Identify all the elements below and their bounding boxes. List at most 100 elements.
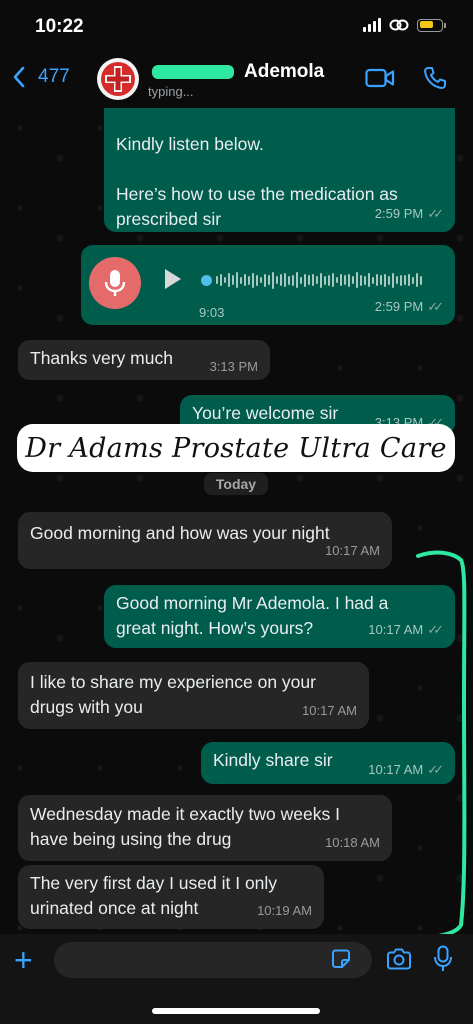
battery-icon [417, 18, 446, 32]
waveform-bar [284, 273, 286, 287]
message-time: 3:13 PM [209, 359, 258, 374]
waveform-bar [308, 275, 310, 285]
waveform-bar [336, 277, 338, 283]
message-meta: 2:59 PM ✓✓ [375, 201, 444, 226]
composer-bar: + [0, 934, 473, 1024]
voice-call-button[interactable] [423, 66, 447, 95]
waveform-bar [248, 275, 250, 285]
avatar[interactable] [97, 58, 139, 100]
medical-cross-icon [101, 62, 135, 96]
waveform-bar [244, 274, 246, 286]
waveform-bar [232, 275, 234, 285]
message-bubble[interactable]: Wednesday made it exactly two weeks I ha… [18, 795, 392, 861]
waveform-bar [372, 276, 374, 284]
waveform-bar [316, 276, 318, 284]
waveform-bar [240, 276, 242, 284]
waveform-bar [224, 277, 226, 283]
message-time: 10:19 AM [257, 903, 312, 918]
message-bubble[interactable]: Kindly listen below. Here’s how to use t… [104, 108, 455, 232]
waveform-bar [376, 274, 378, 286]
waveform-bar [228, 273, 230, 287]
message-text-line: The very first day I used it I only [30, 873, 278, 893]
phone-icon [424, 67, 446, 89]
back-button[interactable]: 477 [12, 66, 70, 88]
sticker-button[interactable] [330, 948, 352, 975]
voice-message[interactable]: 9:03 2:59 PM ✓✓ [81, 245, 455, 325]
message-text: You’re welcome sir [192, 403, 339, 423]
waveform-bar [304, 273, 306, 287]
message-text-line: Good morning Mr Ademola. I had a [116, 593, 389, 613]
home-indicator [152, 1008, 320, 1014]
date-divider: Today [204, 473, 268, 495]
message-bubble[interactable]: Good morning and how was your night 10:1… [18, 512, 392, 569]
waveform-bar [288, 275, 290, 285]
voice-record-button[interactable] [433, 945, 453, 978]
waveform-bar [216, 276, 218, 284]
waveform-bar [220, 274, 222, 286]
camera-button[interactable] [386, 948, 412, 975]
waveform-bar [296, 272, 298, 288]
video-call-button[interactable] [365, 68, 395, 93]
promo-caption-text: Dr Adams Prostate Ultra Care [25, 432, 447, 464]
waveform-bar [368, 273, 370, 287]
waveform-bar [312, 274, 314, 286]
waveform-bar [384, 273, 386, 287]
video-call-icon [365, 68, 395, 88]
plus-icon[interactable]: + [14, 944, 33, 976]
link-icon [389, 19, 409, 31]
message-meta: 10:17 AM [302, 698, 357, 723]
waveform-bar [420, 275, 422, 285]
message-meta: 10:18 AM [325, 830, 380, 855]
read-ticks-icon: ✓✓ [427, 206, 444, 221]
waveform-bar [300, 276, 302, 284]
name-redaction [152, 65, 234, 79]
waveform-bar [332, 273, 334, 287]
waveform-bar [352, 276, 354, 284]
camera-icon [387, 948, 411, 970]
waveform-bar [356, 272, 358, 288]
status-time: 10:22 [35, 16, 84, 37]
status-bar: 10:22 [0, 0, 473, 52]
waveform-bar [260, 277, 262, 283]
unread-count: 477 [38, 66, 70, 87]
signal-icon [363, 18, 381, 32]
waveform-bar [388, 275, 390, 285]
waveform-bar [320, 272, 322, 288]
message-bubble[interactable]: Thanks very much 3:13 PM [18, 340, 270, 380]
waveform-bar [396, 276, 398, 284]
waveform-bar [392, 272, 394, 288]
message-time: 2:59 PM [374, 299, 424, 314]
message-bubble[interactable]: I like to share my experience on your dr… [18, 662, 369, 729]
message-meta: 3:13 PM [210, 354, 258, 379]
promo-caption-overlay: Dr Adams Prostate Ultra Care [17, 424, 455, 472]
message-time: 10:17 AM [325, 543, 380, 558]
microphone-icon [104, 270, 126, 296]
message-bubble[interactable]: Good morning Mr Ademola. I had a great n… [104, 585, 455, 648]
waveform-bar [404, 275, 406, 285]
audio-duration: 9:03 [199, 305, 225, 320]
waveform-bar [236, 272, 238, 288]
message-bubble[interactable]: The very first day I used it I only urin… [18, 865, 324, 929]
waveform-bar [412, 276, 414, 284]
typing-status: typing... [148, 84, 194, 99]
message-meta: 10:17 AM ✓✓ [368, 757, 444, 782]
sticker-icon [332, 949, 350, 968]
message-text: Kindly share sir [213, 750, 333, 770]
waveform-bar [276, 276, 278, 284]
read-ticks-icon: ✓✓ [427, 299, 444, 314]
message-time: 10:18 AM [325, 835, 380, 850]
message-time: 10:17 AM [302, 703, 357, 718]
read-ticks-icon: ✓✓ [427, 762, 444, 777]
waveform-bar [256, 274, 258, 286]
waveform-bar [340, 274, 342, 286]
chat-area[interactable]: Kindly listen below. Here’s how to use t… [0, 108, 473, 934]
message-input[interactable] [54, 942, 372, 978]
message-text-line: Kindly listen below. [116, 134, 264, 154]
message-bubble[interactable]: Kindly share sir 10:17 AM ✓✓ [201, 742, 455, 784]
message-meta: 10:17 AM [325, 538, 380, 563]
waveform-bar [364, 275, 366, 285]
waveform-bar [348, 273, 350, 287]
message-time: 10:17 AM [368, 762, 424, 777]
play-icon[interactable] [165, 269, 181, 289]
audio-waveform[interactable] [201, 269, 431, 291]
